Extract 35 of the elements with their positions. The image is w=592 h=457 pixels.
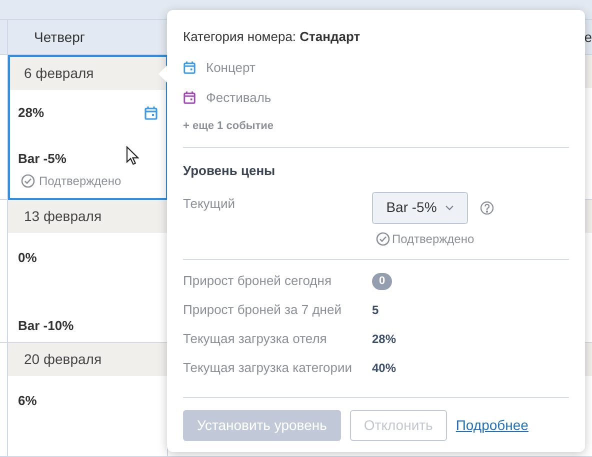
help-icon[interactable] — [480, 200, 494, 214]
caret-icon — [444, 204, 454, 210]
day-cell[interactable]: 13 февраля 0% Bar -10% — [8, 200, 168, 343]
stat-label: Текущая загрузка отеля — [183, 330, 328, 348]
column-header: е — [584, 28, 592, 46]
status-label: Подтверждено — [39, 173, 122, 190]
stat-value: 5 — [372, 302, 379, 319]
stat-value: 28% — [372, 331, 396, 348]
stat-label: Прирост броней сегодня — [183, 272, 332, 290]
event-label: Фестиваль — [206, 89, 272, 107]
check-circle-icon — [21, 174, 35, 188]
popover-title: Категория номера: Стандарт — [183, 28, 362, 46]
date-label: 13 февраля — [24, 207, 102, 226]
day-cell[interactable]: 6 февраля 28% Bar -5% Подтверждено — [8, 55, 168, 200]
occupancy-value: 0% — [18, 249, 37, 267]
column-header: Четверг — [34, 28, 86, 47]
stat-value: 40% — [372, 360, 396, 377]
date-label: 20 февраля — [24, 350, 102, 369]
day-cell[interactable]: 20 февраля 6% — [8, 343, 168, 457]
rate-dropdown[interactable]: Bar -5% — [372, 192, 468, 224]
occupancy-value: 28% — [18, 104, 44, 122]
field-label: Текущий — [183, 194, 236, 213]
status-label: Подтверждено — [392, 230, 474, 248]
check-circle-icon — [376, 232, 390, 246]
occupancy-value: 6% — [18, 392, 37, 410]
event-label: Концерт — [206, 58, 256, 77]
rate-label: Bar -10% — [18, 316, 74, 334]
section-title: Уровень цены — [183, 162, 276, 180]
date-label: 6 февраля — [24, 64, 94, 83]
details-link[interactable]: Подробнее — [456, 414, 528, 436]
stat-label: Текущая загрузка категории — [183, 359, 354, 378]
count-badge: 0 — [372, 272, 392, 290]
mouse-cursor-icon — [126, 146, 139, 165]
rate-label: Bar -5% — [18, 150, 66, 168]
stat-label: Прирост броней за 7 дней — [183, 301, 342, 320]
